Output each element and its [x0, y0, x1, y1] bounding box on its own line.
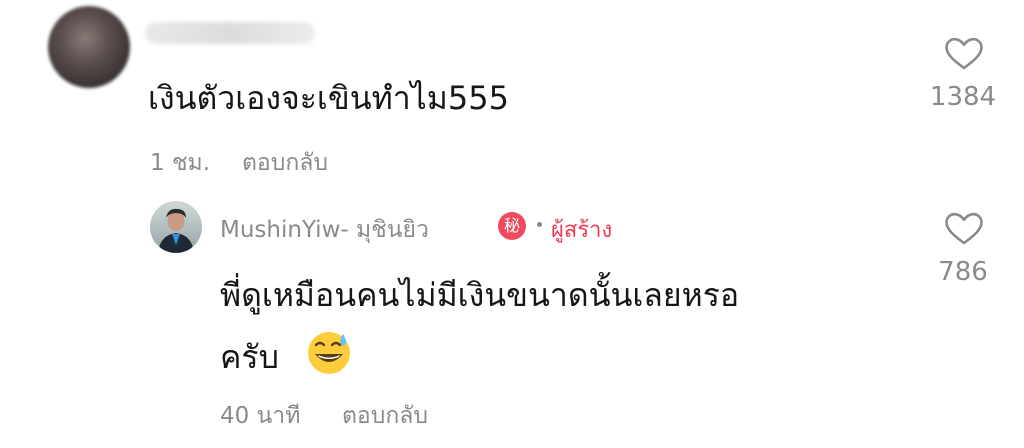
comment-reply-button[interactable]: ตอบกลับ — [242, 145, 328, 181]
reply-text-line2: ครับ — [220, 338, 279, 376]
reply-timestamp: 40 นาที — [220, 403, 301, 429]
commenter-avatar[interactable] — [48, 6, 130, 88]
creator-badge-icon: 秘 — [498, 212, 526, 240]
person-portrait-icon — [158, 208, 194, 253]
comment-text: เงินตัวเองจะเขินทำไม555 — [148, 79, 509, 117]
reply-author-avatar[interactable] — [150, 201, 202, 253]
reply-text-line1: พี่ดูเหมือนคนไม่มีเงินขนาดนั้นเลยหรอ — [220, 276, 740, 314]
grinning-face-with-sweat-emoji — [308, 332, 350, 374]
commenter-name-blurred[interactable] — [145, 22, 315, 44]
heart-outline-icon[interactable] — [944, 37, 984, 71]
reply-author-name[interactable]: MushinYiw- มุชินยิว — [220, 212, 429, 248]
reply-reply-button[interactable]: ตอบกลับ — [342, 398, 428, 434]
reply-like-count: 786 — [938, 257, 988, 287]
comment-like-count: 1384 — [929, 82, 997, 112]
separator-dot — [537, 222, 542, 227]
creator-label: ผู้สร้าง — [551, 218, 613, 243]
heart-outline-icon[interactable] — [944, 212, 984, 246]
comment-timestamp: 1 ชม. — [150, 150, 211, 176]
